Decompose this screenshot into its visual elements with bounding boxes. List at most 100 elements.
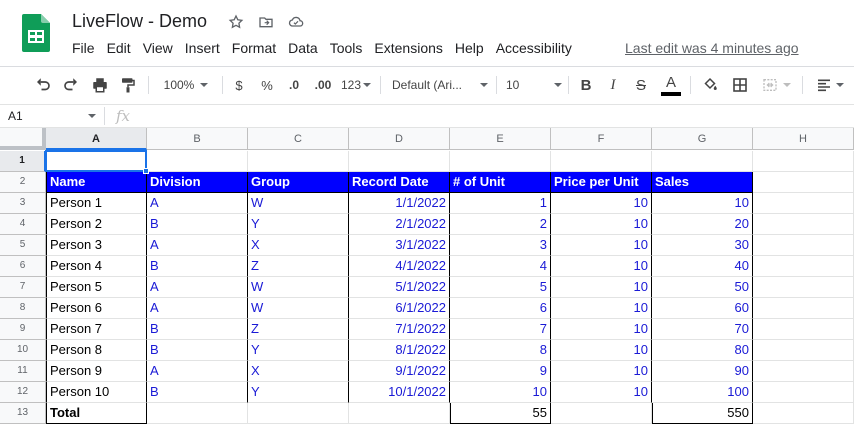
row-header-6[interactable]: 6 [0,256,46,277]
cell[interactable] [248,151,349,172]
cell[interactable] [46,151,147,172]
table-row-name-cell[interactable]: Person 7 [46,319,147,340]
cell[interactable] [753,382,854,403]
column-header-g[interactable]: G [652,128,753,150]
total-sales-cell[interactable]: 550 [652,403,753,424]
menu-insert[interactable]: Insert [185,38,220,58]
paint-format-icon[interactable] [115,67,141,103]
borders-icon[interactable] [728,67,752,103]
table-row-cell[interactable]: 10 [551,382,652,403]
table-row-name-cell[interactable]: Person 10 [46,382,147,403]
table-row-cell[interactable]: Y [248,340,349,361]
fill-color-icon[interactable] [698,67,722,103]
table-row-cell[interactable]: 10 [450,382,551,403]
cell[interactable] [753,361,854,382]
table-row-cell[interactable]: X [248,361,349,382]
row-header-13[interactable]: 13 [0,403,46,424]
currency-format-button[interactable]: $ [228,67,250,103]
menu-view[interactable]: View [143,38,173,58]
cell[interactable] [551,151,652,172]
table-row-cell[interactable]: 60 [652,298,753,319]
table-row-cell[interactable]: W [248,298,349,319]
bold-button[interactable]: B [575,67,597,103]
table-header-cell[interactable]: Group [248,172,349,193]
table-row-cell[interactable]: B [147,340,248,361]
font-size-select[interactable]: 10 [506,67,562,103]
menu-accessibility[interactable]: Accessibility [496,38,572,58]
row-header-10[interactable]: 10 [0,340,46,361]
strikethrough-button[interactable]: S [630,67,652,103]
table-row-cell[interactable]: 80 [652,340,753,361]
table-row-cell[interactable]: 70 [652,319,753,340]
table-row-cell[interactable]: X [248,235,349,256]
table-row-name-cell[interactable]: Person 2 [46,214,147,235]
table-header-cell[interactable]: # of Unit [450,172,551,193]
column-header-d[interactable]: D [349,128,450,150]
cell[interactable] [753,319,854,340]
table-row-name-cell[interactable]: Person 8 [46,340,147,361]
table-row-cell[interactable]: 5/1/2022 [349,277,450,298]
row-header-2[interactable]: 2 [0,172,46,193]
table-row-cell[interactable]: 6/1/2022 [349,298,450,319]
redo-icon[interactable] [58,67,84,103]
table-row-cell[interactable]: A [147,277,248,298]
menu-tools[interactable]: Tools [330,38,363,58]
cell[interactable] [753,172,854,193]
row-header-4[interactable]: 4 [0,214,46,235]
column-header-e[interactable]: E [450,128,551,150]
text-color-button[interactable]: A [659,67,683,103]
document-title[interactable]: LiveFlow - Demo [72,11,207,32]
percent-format-button[interactable]: % [256,67,278,103]
table-row-cell[interactable]: 40 [652,256,753,277]
table-row-name-cell[interactable]: Person 5 [46,277,147,298]
row-header-5[interactable]: 5 [0,235,46,256]
table-row-cell[interactable]: 10 [551,277,652,298]
decrease-decimal-button[interactable]: .0 [282,67,306,103]
table-row-cell[interactable]: 7 [450,319,551,340]
table-row-cell[interactable]: 1 [450,193,551,214]
cell[interactable] [753,403,854,424]
cell[interactable] [753,277,854,298]
cell[interactable] [753,235,854,256]
menu-help[interactable]: Help [455,38,484,58]
cell[interactable] [248,403,349,424]
horizontal-align-icon[interactable] [810,67,850,103]
table-row-cell[interactable]: A [147,235,248,256]
table-row-cell[interactable]: Y [248,214,349,235]
table-row-cell[interactable]: 10 [551,361,652,382]
row-header-3[interactable]: 3 [0,193,46,214]
table-row-cell[interactable]: 10 [551,319,652,340]
table-row-cell[interactable]: 9 [450,361,551,382]
cell[interactable] [753,298,854,319]
cell[interactable] [753,256,854,277]
menu-data[interactable]: Data [288,38,318,58]
cell[interactable] [753,340,854,361]
table-row-cell[interactable]: 5 [450,277,551,298]
table-header-cell[interactable]: Division [147,172,248,193]
table-row-cell[interactable]: 8 [450,340,551,361]
increase-decimal-button[interactable]: .00 [309,67,337,103]
table-header-cell[interactable]: Name [46,172,147,193]
table-row-cell[interactable]: 7/1/2022 [349,319,450,340]
undo-icon[interactable] [30,67,56,103]
menu-extensions[interactable]: Extensions [374,38,442,58]
column-header-b[interactable]: B [147,128,248,150]
table-row-cell[interactable]: 6 [450,298,551,319]
table-row-cell[interactable]: 10 [551,298,652,319]
table-row-name-cell[interactable]: Person 4 [46,256,147,277]
table-row-cell[interactable]: 20 [652,214,753,235]
cell[interactable] [753,193,854,214]
cell[interactable] [349,403,450,424]
table-header-cell[interactable]: Record Date [349,172,450,193]
table-row-cell[interactable]: A [147,361,248,382]
cell[interactable] [450,151,551,172]
table-row-cell[interactable]: 8/1/2022 [349,340,450,361]
cell[interactable] [147,151,248,172]
total-label-cell[interactable]: Total [46,403,147,424]
column-header-c[interactable]: C [248,128,349,150]
name-box[interactable]: A1 [0,105,104,127]
table-row-cell[interactable]: W [248,193,349,214]
table-row-cell[interactable]: 10 [551,340,652,361]
cell[interactable] [753,151,854,172]
menu-file[interactable]: File [72,38,95,58]
